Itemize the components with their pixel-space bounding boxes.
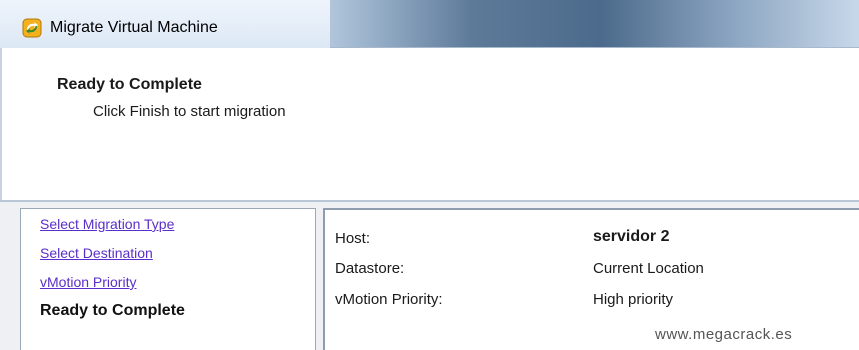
page-title: Ready to Complete: [57, 76, 202, 93]
step-vmotion-priority[interactable]: vMotion Priority: [40, 274, 136, 290]
datastore-value: Current Location: [593, 260, 704, 277]
window-title: Migrate Virtual Machine: [50, 19, 218, 36]
datastore-label: Datastore:: [335, 260, 405, 277]
watermark-text: www.megacrack.es: [655, 326, 793, 343]
migrate-vm-dialog: Migrate Virtual Machine Ready to Complet…: [0, 0, 859, 350]
vmotion-priority-label: vMotion Priority:: [335, 291, 443, 308]
vmotion-priority-value: High priority: [593, 291, 674, 308]
title-bar[interactable]: Migrate Virtual Machine: [0, 0, 859, 48]
step-select-destination[interactable]: Select Destination: [40, 245, 153, 261]
wizard-header: [0, 48, 859, 201]
host-label: Host:: [335, 230, 371, 247]
vm-migrate-icon: [22, 18, 42, 38]
step-select-migration-type[interactable]: Select Migration Type: [40, 216, 174, 232]
page-subtitle: Click Finish to start migration: [93, 103, 286, 120]
host-value: servidor 2: [593, 228, 670, 245]
step-ready-to-complete: Ready to Complete: [40, 302, 185, 319]
